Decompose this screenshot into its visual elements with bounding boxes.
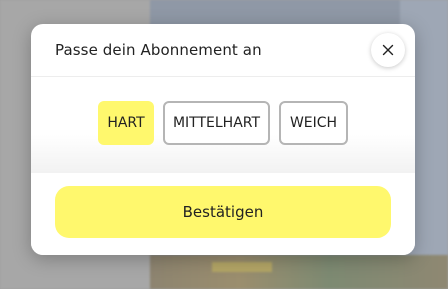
option-mittelhart[interactable]: MITTELHART <box>163 101 270 145</box>
option-label: HART <box>107 115 145 131</box>
modal-footer: Bestätigen <box>31 173 415 255</box>
firmness-options: HART MITTELHART WEICH <box>31 77 415 173</box>
option-weich[interactable]: WEICH <box>279 101 348 145</box>
background-accent <box>212 262 272 272</box>
option-label: WEICH <box>289 115 338 131</box>
option-hart[interactable]: HART <box>98 101 154 145</box>
close-icon <box>382 44 394 56</box>
modal-header: Passe dein Abonnement an <box>31 24 415 77</box>
subscription-modal: Passe dein Abonnement an HART MITTELHART… <box>31 24 415 255</box>
close-button[interactable] <box>371 33 405 67</box>
option-label: MITTELHART <box>172 115 261 131</box>
confirm-label: Bestätigen <box>182 203 264 221</box>
confirm-button[interactable]: Bestätigen <box>55 186 391 238</box>
modal-title: Passe dein Abonnement an <box>55 41 262 59</box>
background-shelf <box>150 255 448 289</box>
